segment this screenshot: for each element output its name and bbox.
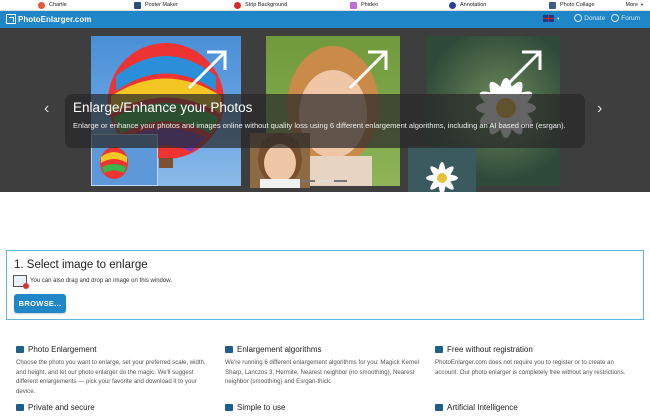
feature-photo-enlargement: Photo Enlargement Choose the photo you w… bbox=[16, 345, 216, 396]
app-link-label: Annotation bbox=[460, 2, 487, 8]
feature-title: Photo Enlargement bbox=[28, 345, 97, 354]
feature-artificial-intelligence: Artificial Intelligence bbox=[435, 403, 635, 416]
drag-drop-hint: You can also drag and drop an image on t… bbox=[13, 275, 172, 289]
site-logo-link[interactable]: PhotoEnlarger.com bbox=[6, 14, 91, 24]
simple-icon bbox=[225, 404, 233, 411]
site-brand-name: PhotoEnlarger.com bbox=[18, 14, 92, 24]
phideo-icon bbox=[350, 1, 357, 9]
hero-subtitle: Enlarge or enhance your photos and image… bbox=[73, 121, 566, 130]
header-actions: ▼ Donate Forum bbox=[543, 14, 640, 22]
carousel-indicator[interactable] bbox=[334, 180, 347, 182]
carousel-prev-button[interactable]: ‹ bbox=[44, 100, 49, 118]
feature-private-and-secure: Private and secure bbox=[16, 403, 216, 416]
drag-drop-text: You can also drag and drop an image on t… bbox=[30, 278, 172, 284]
upload-heading: 1. Select image to enlarge bbox=[14, 259, 148, 271]
image-upload-panel: 1. Select image to enlarge You can also … bbox=[6, 250, 644, 320]
app-link-chartle[interactable]: Chartle bbox=[38, 0, 67, 11]
browse-button[interactable]: BROWSE... bbox=[14, 294, 66, 313]
hero-caption: Enlarge/Enhance your Photos Enlarge or e… bbox=[65, 94, 585, 148]
feature-title: Private and secure bbox=[28, 403, 95, 412]
enlarge-arrow-icon bbox=[348, 50, 388, 90]
forum-link[interactable]: Forum bbox=[611, 14, 640, 22]
app-switcher-bar: Chartle Poster Maker Strip Background Ph… bbox=[0, 0, 650, 11]
donate-link[interactable]: Donate bbox=[574, 14, 605, 22]
carousel-indicator[interactable] bbox=[318, 180, 331, 182]
app-link-label: Phideo bbox=[361, 2, 379, 8]
annotation-icon bbox=[449, 1, 456, 9]
feature-text: PhotoEnlarger.com does not require you t… bbox=[435, 359, 626, 376]
forum-icon bbox=[611, 14, 620, 22]
uk-flag-icon[interactable] bbox=[543, 14, 555, 22]
hero-title: Enlarge/Enhance your Photos bbox=[73, 100, 253, 115]
photo-collage-icon bbox=[549, 1, 556, 9]
app-link-annotation[interactable]: Annotation bbox=[449, 0, 486, 11]
enlarge-arrow-icon bbox=[502, 50, 542, 90]
donate-icon bbox=[574, 14, 583, 22]
site-header: PhotoEnlarger.com ▼ Donate Forum bbox=[0, 11, 650, 28]
app-link-strip-background[interactable]: Strip Background bbox=[234, 0, 287, 11]
drag-drop-icon bbox=[13, 275, 29, 289]
more-label: More bbox=[625, 2, 639, 8]
feature-enlargement-algorithms: Enlargement algorithms We're running 6 d… bbox=[225, 345, 425, 387]
feature-title: Free without registration bbox=[447, 345, 533, 354]
chevron-down-icon: ▼ bbox=[640, 2, 644, 7]
chartle-icon bbox=[38, 1, 45, 9]
enlarge-logo-icon bbox=[6, 14, 16, 24]
app-link-label: Chartle bbox=[49, 2, 67, 8]
forum-label: Forum bbox=[621, 14, 640, 22]
app-link-label: Photo Collage bbox=[560, 2, 595, 8]
enlarge-arrow-icon bbox=[187, 50, 227, 90]
more-apps-menu[interactable]: More ▼ bbox=[626, 2, 645, 8]
donate-label: Donate bbox=[584, 14, 606, 22]
app-link-label: Strip Background bbox=[245, 2, 288, 8]
feature-title: Simple to use bbox=[237, 403, 286, 412]
feature-text: We're running 6 different enlargement al… bbox=[225, 359, 420, 385]
hero-carousel: Enlarge/Enhance your Photos Enlarge or e… bbox=[0, 28, 650, 192]
algorithms-icon bbox=[225, 346, 233, 353]
photo-icon bbox=[16, 346, 24, 353]
app-link-label: Poster Maker bbox=[145, 2, 178, 8]
poster-maker-icon bbox=[134, 1, 141, 9]
feature-text: Choose the photo you want to enlarge, se… bbox=[16, 359, 206, 395]
lock-icon bbox=[16, 404, 24, 411]
app-link-phideo[interactable]: Phideo bbox=[350, 0, 378, 11]
user-icon bbox=[435, 346, 443, 353]
app-link-poster-maker[interactable]: Poster Maker bbox=[134, 0, 178, 11]
feature-free-without-registration: Free without registration PhotoEnlarger.… bbox=[435, 345, 635, 377]
feature-title: Enlargement algorithms bbox=[237, 345, 322, 354]
carousel-indicators bbox=[302, 180, 350, 182]
app-link-photo-collage[interactable]: Photo Collage bbox=[549, 0, 595, 11]
ai-icon bbox=[435, 404, 443, 411]
feature-simple-to-use: Simple to use bbox=[225, 403, 425, 416]
feature-title: Artificial Intelligence bbox=[447, 403, 518, 412]
language-chevron-icon[interactable]: ▼ bbox=[556, 16, 560, 21]
strip-background-icon bbox=[234, 1, 241, 9]
daisy-thumb-image bbox=[408, 146, 476, 192]
carousel-next-button[interactable]: › bbox=[597, 100, 602, 118]
carousel-indicator[interactable] bbox=[302, 180, 315, 182]
